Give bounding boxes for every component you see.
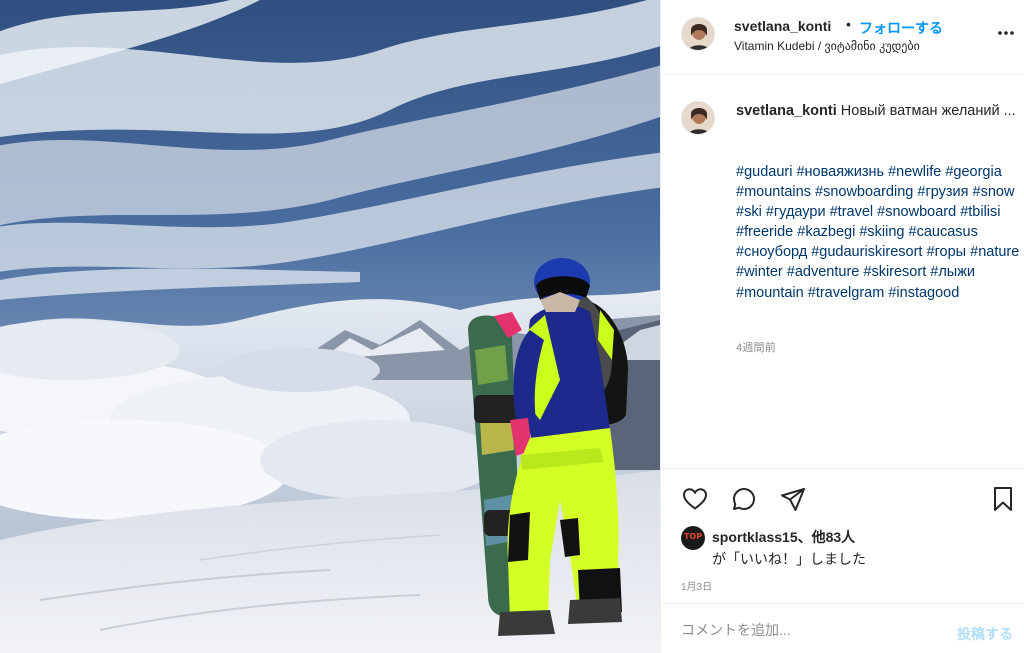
hashtag-link[interactable]: #travel — [830, 204, 874, 220]
post-time-ago[interactable]: 4週間前 — [736, 339, 776, 355]
author-avatar-image — [682, 18, 714, 50]
hashtag-link[interactable]: #mountains — [736, 184, 811, 200]
hashtag-link[interactable]: #kazbegi — [797, 224, 855, 240]
more-horizontal-icon[interactable] — [995, 22, 1017, 44]
hashtag-link[interactable]: #newlife — [888, 164, 941, 180]
comment-bar: 投稿する — [661, 603, 1024, 653]
hashtag-link[interactable]: #freeride — [736, 224, 793, 240]
hashtag-link[interactable]: #winter — [736, 264, 783, 280]
heart-icon[interactable] — [681, 485, 709, 513]
comment-bubble-icon[interactable] — [730, 485, 758, 513]
separator-dot: • — [846, 16, 851, 32]
hashtag-link[interactable]: #сноуборд — [736, 244, 807, 260]
post-photo[interactable] — [0, 0, 660, 653]
hashtag-link[interactable]: #грузия — [917, 184, 968, 200]
hashtag-link[interactable]: #adventure — [787, 264, 860, 280]
comment-input[interactable] — [681, 620, 931, 640]
hashtag-link[interactable]: #snow — [973, 184, 1015, 200]
snowboarder-photo — [0, 0, 660, 653]
post-header: svetlana_konti • フォローする Vitamin Kudebi /… — [661, 0, 1024, 75]
caption-text: Новый ватман желаний ... — [840, 103, 1016, 119]
hashtag-link[interactable]: #gudauri — [736, 164, 792, 180]
post-date[interactable]: 1月3日 — [681, 578, 712, 593]
liker-username[interactable]: sportklass15 — [712, 529, 798, 545]
hashtag-link[interactable]: #gudauriskiresort — [811, 244, 922, 260]
hashtag-link[interactable]: #гудаури — [766, 204, 826, 220]
follow-button[interactable]: フォローする — [859, 18, 943, 38]
hashtag-link[interactable]: #nature — [970, 244, 1019, 260]
hashtag-link[interactable]: #горы — [927, 244, 967, 260]
hashtag-link[interactable]: #новаяжизнь — [796, 164, 884, 180]
caption-username[interactable]: svetlana_konti — [736, 103, 837, 119]
hashtag-link[interactable]: #ski — [736, 204, 762, 220]
hashtag-link[interactable]: #travelgram — [808, 285, 885, 301]
action-bar — [661, 468, 1024, 528]
likes-summary[interactable]: sportklass15、他83人 — [712, 527, 855, 547]
hashtag-list: #gudauri #новаяжизнь #newlife #georgia #… — [736, 162, 1024, 303]
caption-avatar[interactable] — [681, 101, 715, 135]
hashtag-link[interactable]: #georgia — [945, 164, 1001, 180]
caption-avatar-image — [682, 102, 714, 134]
post-location[interactable]: Vitamin Kudebi / ვიტამინი კუდები — [734, 39, 920, 53]
hashtag-link[interactable]: #skiing — [859, 224, 904, 240]
paper-plane-icon[interactable] — [779, 485, 807, 513]
hashtag-link[interactable]: #snowboarding — [815, 184, 913, 200]
author-username[interactable]: svetlana_konti — [734, 18, 831, 34]
liker-avatar[interactable]: TOP — [681, 526, 705, 550]
liker-avatar-text: TOP — [683, 532, 703, 541]
likes-others[interactable]: 、他83人 — [798, 529, 856, 545]
hashtag-link[interactable]: #лыжи — [930, 264, 975, 280]
likes-suffix: が「いいね！」しました — [712, 551, 866, 567]
post-sidebar: svetlana_konti • フォローする Vitamin Kudebi /… — [660, 0, 1024, 653]
hashtag-link[interactable]: #snowboard — [877, 204, 956, 220]
bookmark-icon[interactable] — [989, 485, 1017, 513]
hashtag-link[interactable]: #mountain — [736, 285, 804, 301]
hashtag-link[interactable]: #caucasus — [909, 224, 978, 240]
hashtag-link[interactable]: #skiresort — [863, 264, 926, 280]
author-avatar[interactable] — [681, 17, 715, 51]
hashtag-link[interactable]: #instagood — [888, 285, 959, 301]
hashtag-link[interactable]: #tbilisi — [960, 204, 1000, 220]
post-caption: svetlana_konti Новый ватман желаний ... — [736, 101, 1021, 121]
post-comment-button[interactable]: 投稿する — [957, 624, 1013, 644]
